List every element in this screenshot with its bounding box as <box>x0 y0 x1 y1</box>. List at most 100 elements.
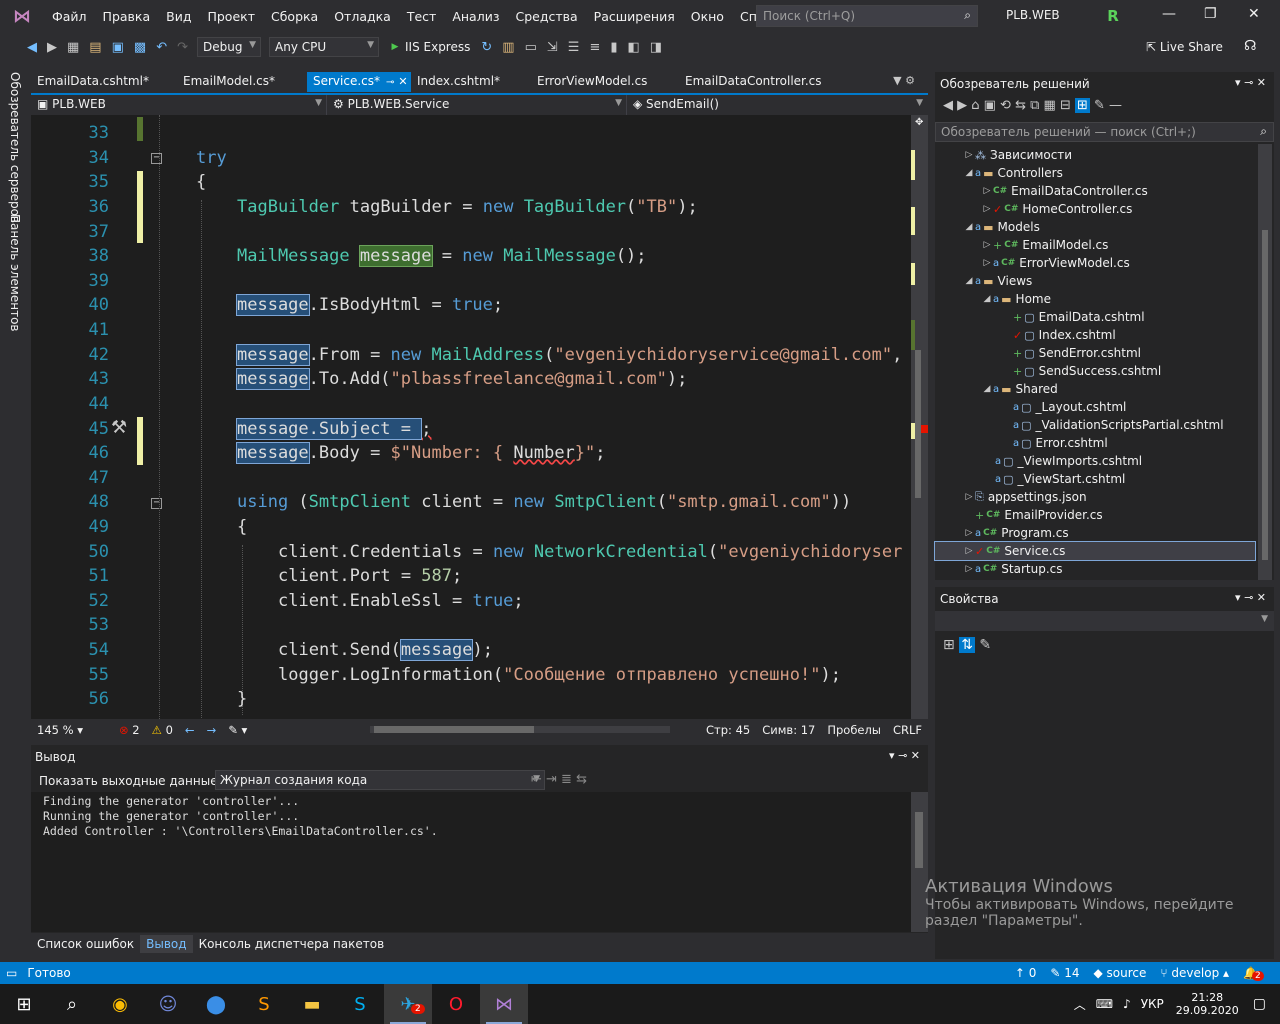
split-icon[interactable]: ✥ <box>915 117 923 128</box>
save-icon[interactable]: ▣ <box>112 40 124 55</box>
menu-debug[interactable]: Отладка <box>326 9 399 24</box>
bookmark-icon[interactable]: ▮ <box>610 40 617 55</box>
tab-index-cshtml[interactable]: Index.cshtml* <box>411 72 531 92</box>
properties-object-dropdown[interactable]: ▼ <box>935 611 1274 631</box>
tree-item[interactable]: ✓ ▢ Index.cshtml <box>935 326 1255 344</box>
push-indicator[interactable]: ↑ 0 <box>1015 966 1037 980</box>
code-editor[interactable]: − − ⚒ 33 34 try 35{ 36 TagBuilder tagBuild… <box>31 115 911 719</box>
menu-edit[interactable]: Правка <box>95 9 159 24</box>
output-toolbar-icons[interactable]: ⇤ ⇥ ≣ ⇆ <box>531 772 587 787</box>
output-source-dropdown[interactable]: Журнал создания кода ▼ <box>215 770 545 790</box>
tree-item[interactable]: ▷ a C# ErrorViewModel.cs <box>935 254 1255 272</box>
avatar[interactable]: R <box>1103 6 1123 26</box>
tab-service-cs[interactable]: Service.cs* ⊸ ✕ <box>307 72 411 92</box>
tree-item[interactable]: + ▢ SendError.cshtml <box>935 344 1255 362</box>
eol-indicator[interactable]: CRLF <box>893 723 922 737</box>
server-explorer-tab[interactable]: Обозреватель серверов <box>8 72 22 223</box>
nav-back-icon[interactable]: ← <box>185 723 195 737</box>
scroll-thumb[interactable] <box>374 726 534 733</box>
tree-item[interactable]: a ▢ _ValidationScriptsPartial.cshtml <box>935 416 1255 434</box>
step-into-icon[interactable]: ⇲ <box>547 40 558 55</box>
redo-icon[interactable]: ↷ <box>177 40 188 55</box>
refresh-icon[interactable]: ↻ <box>481 40 492 55</box>
maps-icon[interactable]: ⬤ <box>192 984 240 1024</box>
menu-project[interactable]: Проект <box>199 9 263 24</box>
tree-item[interactable]: ◢ a ▬ Views <box>935 272 1255 290</box>
network-icon[interactable]: ⌨ <box>1096 997 1113 1011</box>
panel-controls-icon[interactable]: ▾ ⊸ ✕ <box>1235 76 1266 89</box>
telegram-icon[interactable]: ✈ 2 <box>384 984 432 1024</box>
platform-dropdown[interactable]: Any CPU ▼ <box>269 37 379 57</box>
feedback-icon[interactable]: ☊ <box>1244 38 1256 54</box>
browser-link-icon[interactable]: ▥ <box>502 40 514 55</box>
language-indicator[interactable]: УКР <box>1141 997 1164 1011</box>
tree-item[interactable]: ▷ ⎘ appsettings.json <box>935 488 1255 506</box>
visual-studio-icon[interactable]: ⋈ <box>480 984 528 1024</box>
save-all-icon[interactable]: ▩ <box>134 40 146 55</box>
project-dropdown[interactable]: ▣ PLB.WEB ▼ <box>31 95 327 115</box>
tree-item[interactable]: ▷ C# EmailDataController.cs <box>935 182 1255 200</box>
discord-icon[interactable]: ☺ <box>144 984 192 1024</box>
solution-search-input[interactable]: Обозреватель решений — поиск (Ctrl+;) ⌕ <box>935 122 1274 142</box>
tree-item[interactable]: ◢ a ▬ Models <box>935 218 1255 236</box>
errors-indicator[interactable]: ⊗ 2 <box>119 723 140 737</box>
tree-item[interactable]: a ▢ _Layout.cshtml <box>935 398 1255 416</box>
comment-icon[interactable]: ≡ <box>589 40 600 55</box>
tree-item[interactable]: a ▢ _ViewImports.cshtml <box>935 452 1255 470</box>
tree-item[interactable]: ◢ a ▬ Controllers <box>935 164 1255 182</box>
editor-horizontal-scrollbar[interactable] <box>370 726 670 733</box>
open-folder-icon[interactable]: ▤ <box>89 40 101 55</box>
tree-item[interactable]: ▷ ⁂ Зависимости <box>935 146 1255 164</box>
back-icon[interactable]: ◀ <box>27 40 37 55</box>
live-share-button[interactable]: ⇱ Live Share <box>1146 40 1223 54</box>
tree-item[interactable]: ▷ ✓ C# HomeController.cs <box>935 200 1255 218</box>
spaces-indicator[interactable]: Пробелы <box>827 723 881 737</box>
menu-analyze[interactable]: Анализ <box>444 9 507 24</box>
properties-toolbar[interactable]: ⊞ ⇅ ✎ <box>943 637 991 653</box>
member-dropdown[interactable]: ◈ SendEmail() ▼ <box>627 95 927 115</box>
pin-icon[interactable]: ⊸ <box>386 77 394 88</box>
output-text[interactable]: Finding the generator 'controller'... Run… <box>31 792 911 932</box>
scroll-thumb[interactable] <box>1262 230 1268 560</box>
tab-output[interactable]: Вывод <box>140 935 193 953</box>
chrome-icon[interactable]: ◉ <box>96 984 144 1024</box>
solution-toolbar[interactable]: ◀ ▶ ⌂ ▣ ⟲ ⇆ ⧉ ▦ ⊟ ⊞ ✎ — <box>943 98 1122 113</box>
tree-item[interactable]: ▷ + C# EmailModel.cs <box>935 236 1255 254</box>
menu-view[interactable]: Вид <box>158 9 199 24</box>
changes-indicator[interactable]: ✎ 14 <box>1050 966 1079 980</box>
close-window-icon[interactable]: ✕ <box>1248 6 1260 22</box>
tab-errorviewmodel-cs[interactable]: ErrorViewModel.cs <box>531 72 679 92</box>
tree-item[interactable]: ▷ a C# Program.cs <box>935 524 1255 542</box>
tree-item-selected[interactable]: ▷ ✓ C# Service.cs <box>934 541 1256 561</box>
tree-item[interactable]: + ▢ EmailData.cshtml <box>935 308 1255 326</box>
action-center-icon[interactable]: ▢ <box>1253 996 1266 1012</box>
tree-item[interactable]: ◢ a ▬ Shared <box>935 380 1255 398</box>
close-tab-icon[interactable]: ✕ <box>398 75 407 88</box>
menu-window[interactable]: Окно <box>683 9 732 24</box>
menu-file[interactable]: Файл <box>44 9 95 24</box>
minimize-icon[interactable]: — <box>1162 6 1176 22</box>
tab-emaildata-cshtml[interactable]: EmailData.cshtml* <box>31 72 177 92</box>
skype-icon[interactable]: S <box>336 984 384 1024</box>
tree-item[interactable]: ◢ a ▬ Home <box>935 290 1255 308</box>
volume-icon[interactable]: ♪ <box>1123 997 1131 1011</box>
editor-vertical-scrollbar[interactable]: ✥ <box>911 115 928 719</box>
toolbox-tab[interactable]: Панель элементов <box>8 214 22 332</box>
screen-icon[interactable]: ▭ <box>525 40 537 55</box>
nav-forward-icon[interactable]: → <box>207 723 217 737</box>
restore-icon[interactable]: ❐ <box>1204 6 1217 22</box>
tree-item[interactable]: + C# EmailProvider.cs <box>935 506 1255 524</box>
tab-emaildatacontroller-cs[interactable]: EmailDataController.cs <box>679 72 839 92</box>
clock[interactable]: 21:28 29.09.2020 <box>1176 991 1239 1017</box>
code-cleanup-icon[interactable]: ✎ ▾ <box>228 723 247 737</box>
opera-icon[interactable]: O <box>432 984 480 1024</box>
sublime-icon[interactable]: S <box>240 984 288 1024</box>
undo-icon[interactable]: ↶ <box>156 40 167 55</box>
global-search-input[interactable]: Поиск (Ctrl+Q) ⌕ <box>756 5 978 27</box>
tab-emailmodel-cs[interactable]: EmailModel.cs* <box>177 72 307 92</box>
zoom-dropdown[interactable]: 145 % ▾ <box>37 723 107 737</box>
warnings-indicator[interactable]: ⚠ 0 <box>152 723 173 737</box>
new-project-icon[interactable]: ▦ <box>67 40 79 55</box>
tray-chevron-icon[interactable]: ︿ <box>1074 996 1086 1013</box>
tree-item[interactable]: a ▢ _ViewStart.cshtml <box>935 470 1255 488</box>
